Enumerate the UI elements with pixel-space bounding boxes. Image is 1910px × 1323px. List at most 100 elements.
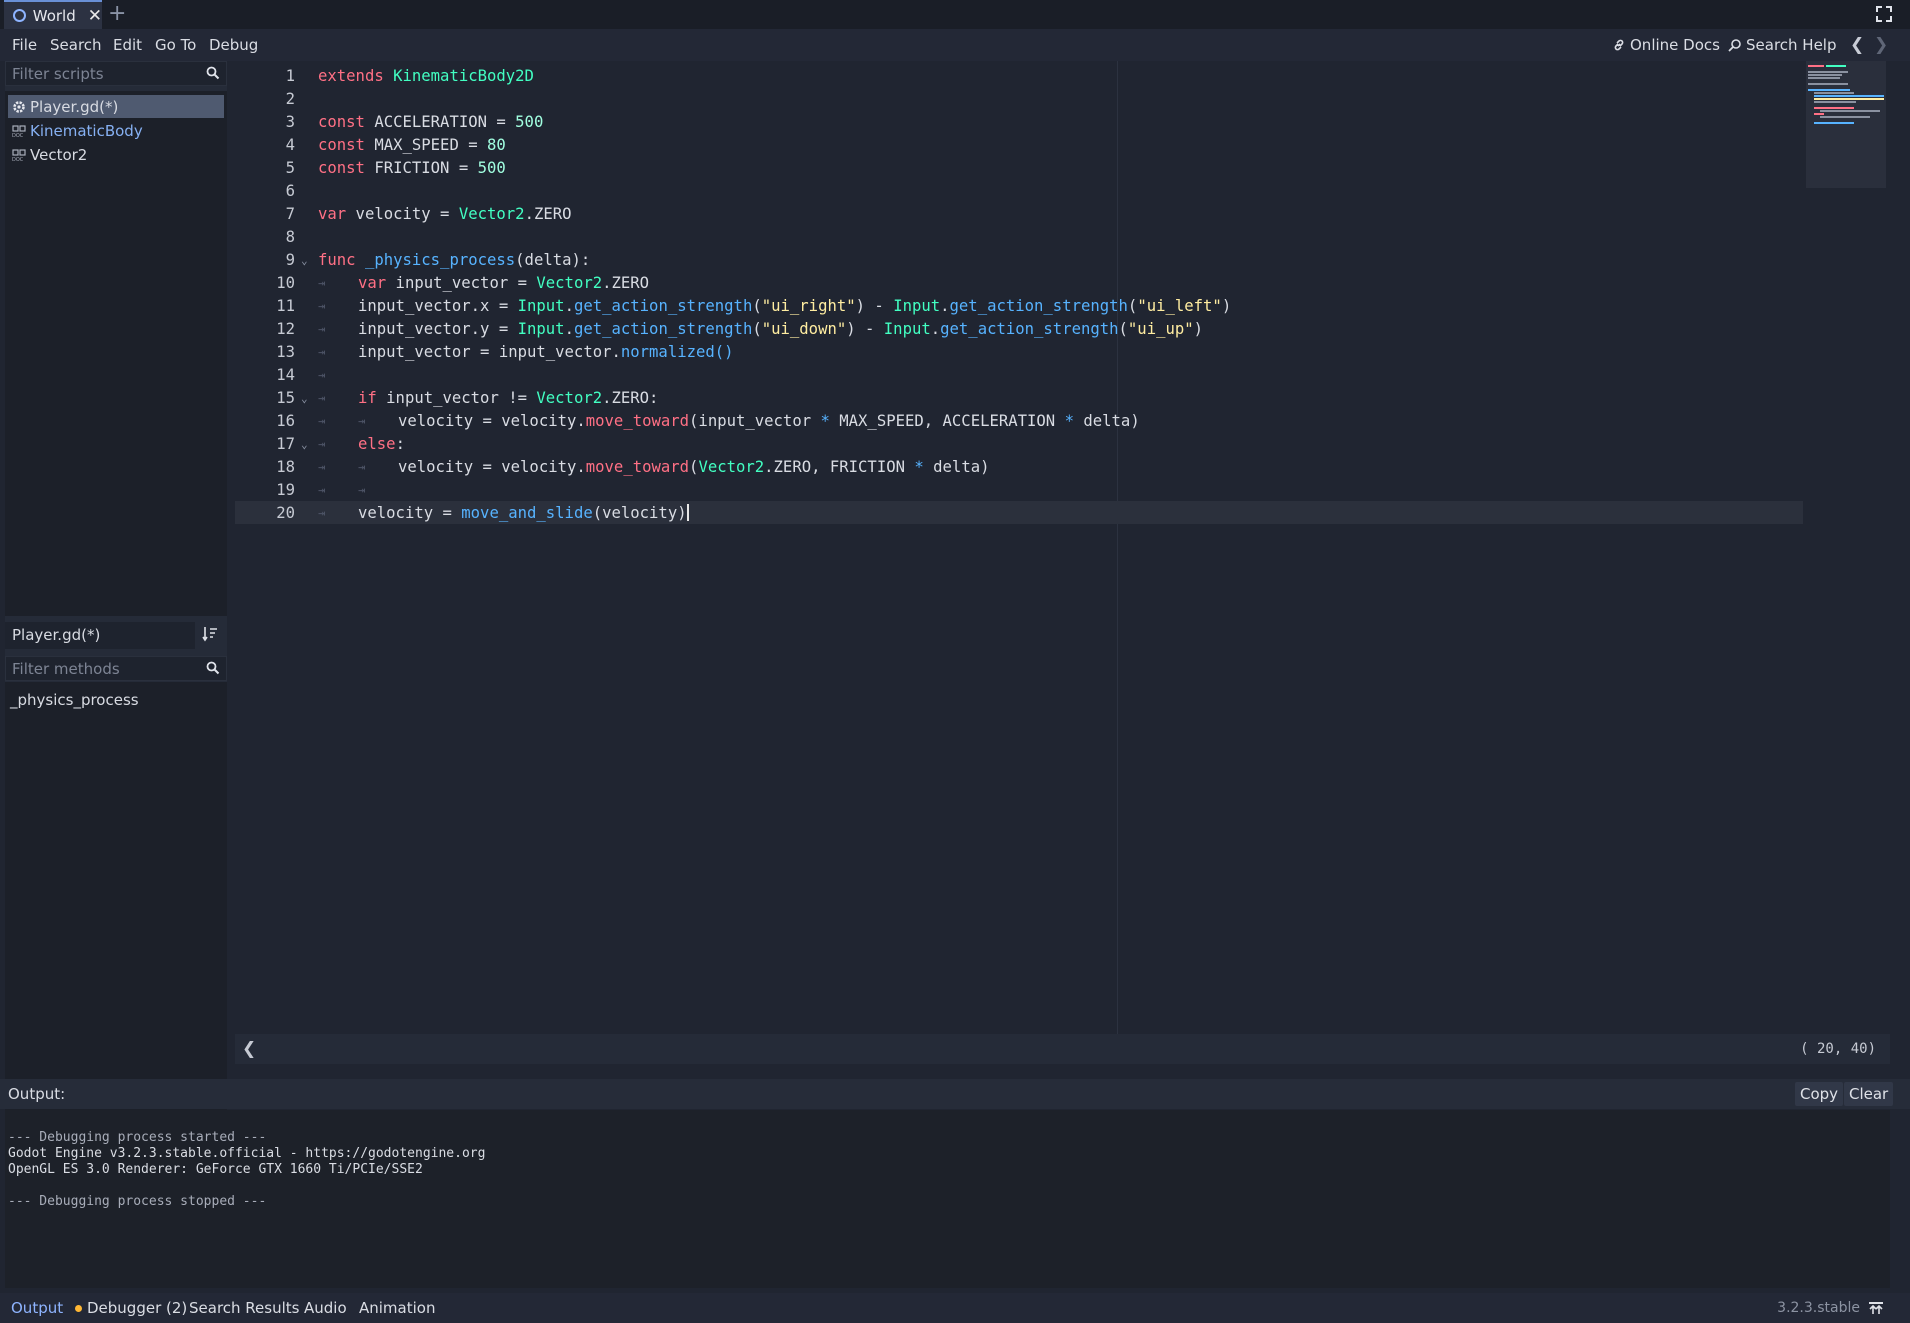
code-token: delta) (1073, 412, 1140, 430)
copy-button[interactable]: Copy (1795, 1082, 1844, 1106)
code-line[interactable]: 2 (235, 88, 1803, 111)
code-line[interactable]: 17 ⌄ ⇥ else: (235, 433, 1803, 456)
code-token: : (395, 435, 405, 453)
filter-methods-input[interactable] (6, 657, 202, 680)
add-tab-icon[interactable]: + (108, 2, 126, 26)
script-item-vector2[interactable]: DOC Vector2 (8, 143, 224, 166)
menu-debug[interactable]: Debug (209, 29, 258, 61)
code-line[interactable]: 1 extends KinematicBody2D (235, 65, 1803, 88)
line-number: 4 (285, 136, 295, 154)
editor-vertical-scrollbar[interactable] (1891, 61, 1897, 1031)
code-line[interactable]: 10 ⇥ var input_vector = Vector2.ZERO (235, 272, 1803, 295)
code-line[interactable]: 4 const MAX_SPEED = 80 (235, 134, 1803, 157)
code-line[interactable]: 13 ⇥ input_vector = input_vector.normali… (235, 341, 1803, 364)
code-token: (velocity) (592, 504, 687, 522)
line-number: 14 (276, 366, 295, 384)
tab-marker-icon: ⇥ (318, 368, 326, 382)
code-line[interactable]: 18 ⇥ ⇥ velocity = velocity.move_toward(V… (235, 456, 1803, 479)
link-icon (1614, 39, 1624, 51)
code-token: ) (1221, 297, 1232, 315)
menu-file[interactable]: File (12, 29, 37, 61)
filter-scripts-field[interactable] (5, 61, 227, 86)
code-token: . (564, 320, 574, 338)
tab-animation[interactable]: Animation (359, 1293, 435, 1323)
gear-icon (8, 100, 30, 114)
code-line-current[interactable]: 20 ⇥ velocity = move_and_slide(velocity) (235, 502, 1803, 525)
code-token: input_vector.y = (358, 320, 518, 338)
online-docs-label: Online Docs (1630, 36, 1720, 54)
code-line[interactable]: 19 ⇥ ⇥ (235, 479, 1803, 502)
code-minimap[interactable] (1806, 61, 1886, 188)
code-token: "ui_up" (1127, 320, 1194, 338)
code-text: input_vector = input_vector.normalized() (358, 341, 734, 364)
code-token: get_action_strength (573, 320, 753, 338)
code-text: input_vector.y = Input.get_action_streng… (358, 318, 1203, 341)
script-item-kinematicbody[interactable]: DOC KinematicBody (8, 119, 224, 142)
history-forward-icon[interactable]: ❯ (1874, 29, 1888, 61)
fullscreen-icon[interactable] (1876, 6, 1892, 22)
code-token: var (358, 274, 387, 292)
code-token: velocity = (346, 205, 459, 223)
menu-goto[interactable]: Go To (155, 29, 196, 61)
fold-arrow-icon[interactable]: ⌄ (301, 249, 308, 272)
filter-methods-field[interactable] (5, 656, 227, 681)
history-back-icon[interactable]: ❮ (1850, 29, 1864, 61)
clear-button[interactable]: Clear (1844, 1082, 1894, 1106)
code-line[interactable]: 8 (235, 226, 1803, 249)
code-token: Vector2 (536, 389, 603, 407)
tab-world[interactable]: World ✕ (4, 0, 102, 29)
current-script-name: Player.gd(*) (5, 622, 195, 649)
collapse-panel-icon[interactable]: ❮ (242, 1034, 256, 1064)
online-docs-button[interactable]: Online Docs (1612, 29, 1720, 61)
filter-scripts-input[interactable] (6, 62, 202, 85)
code-line[interactable]: 6 (235, 180, 1803, 203)
code-text: if input_vector != Vector2.ZERO: (358, 387, 658, 410)
code-line[interactable]: 11 ⇥ input_vector.x = Input.get_action_s… (235, 295, 1803, 318)
code-line[interactable]: 9 ⌄ func _physics_process(delta): (235, 249, 1803, 272)
code-line[interactable]: 12 ⇥ input_vector.y = Input.get_action_s… (235, 318, 1803, 341)
code-token: input_vector != (376, 389, 537, 407)
code-token: move_and_slide (461, 504, 593, 522)
code-line[interactable]: 7 var velocity = Vector2.ZERO (235, 203, 1803, 226)
sort-icon[interactable] (202, 626, 218, 642)
tab-output[interactable]: Output (11, 1293, 63, 1323)
code-line[interactable]: 5 const FRICTION = 500 (235, 157, 1803, 180)
pin-panel-icon[interactable] (1868, 1301, 1884, 1315)
code-token: get_action_strength (949, 297, 1128, 315)
tab-marker-icon: ⇥ (358, 483, 366, 497)
code-token: delta) (923, 458, 990, 476)
text-cursor (686, 504, 689, 521)
search-icon (206, 661, 220, 675)
tab-debugger[interactable]: Debugger (2) (75, 1293, 187, 1323)
code-token: . (930, 320, 941, 338)
close-icon[interactable]: ✕ (88, 6, 102, 26)
code-token: . (564, 297, 574, 315)
tab-search-results[interactable]: Search Results (189, 1293, 299, 1323)
code-token: .ZERO, FRICTION (764, 458, 915, 476)
code-text: velocity = velocity.move_toward(input_ve… (398, 410, 1140, 433)
search-help-button[interactable]: Search Help (1728, 29, 1837, 61)
code-token: move_toward (585, 412, 690, 430)
menu-edit[interactable]: Edit (113, 29, 142, 61)
code-token: var (318, 205, 347, 223)
tab-debugger-label: Debugger (2) (87, 1299, 188, 1317)
fold-arrow-icon[interactable]: ⌄ (301, 387, 308, 410)
script-item-label: KinematicBody (30, 121, 143, 140)
script-item-player[interactable]: Player.gd(*) (8, 95, 224, 118)
doc-icon: DOC (8, 124, 30, 137)
code-token: 500 (477, 159, 506, 177)
code-line[interactable]: 14 ⇥ (235, 364, 1803, 387)
line-number: 8 (285, 228, 295, 246)
fold-arrow-icon[interactable]: ⌄ (301, 433, 308, 456)
method-item-physics-process[interactable]: _physics_process (10, 691, 139, 709)
code-line[interactable]: 15 ⌄ ⇥ if input_vector != Vector2.ZERO: (235, 387, 1803, 410)
code-line[interactable]: 3 const ACCELERATION = 500 (235, 111, 1803, 134)
code-line[interactable]: 16 ⇥ ⇥ velocity = velocity.move_toward(i… (235, 410, 1803, 433)
output-log[interactable]: --- Debugging process started --- Godot … (5, 1110, 1890, 1288)
output-header: Output: Copy Clear (0, 1079, 1910, 1109)
menu-search[interactable]: Search (50, 29, 102, 61)
code-token: ) (1193, 320, 1204, 338)
tab-audio[interactable]: Audio (304, 1293, 347, 1323)
line-number: 20 (276, 504, 295, 522)
search-icon (206, 66, 220, 80)
